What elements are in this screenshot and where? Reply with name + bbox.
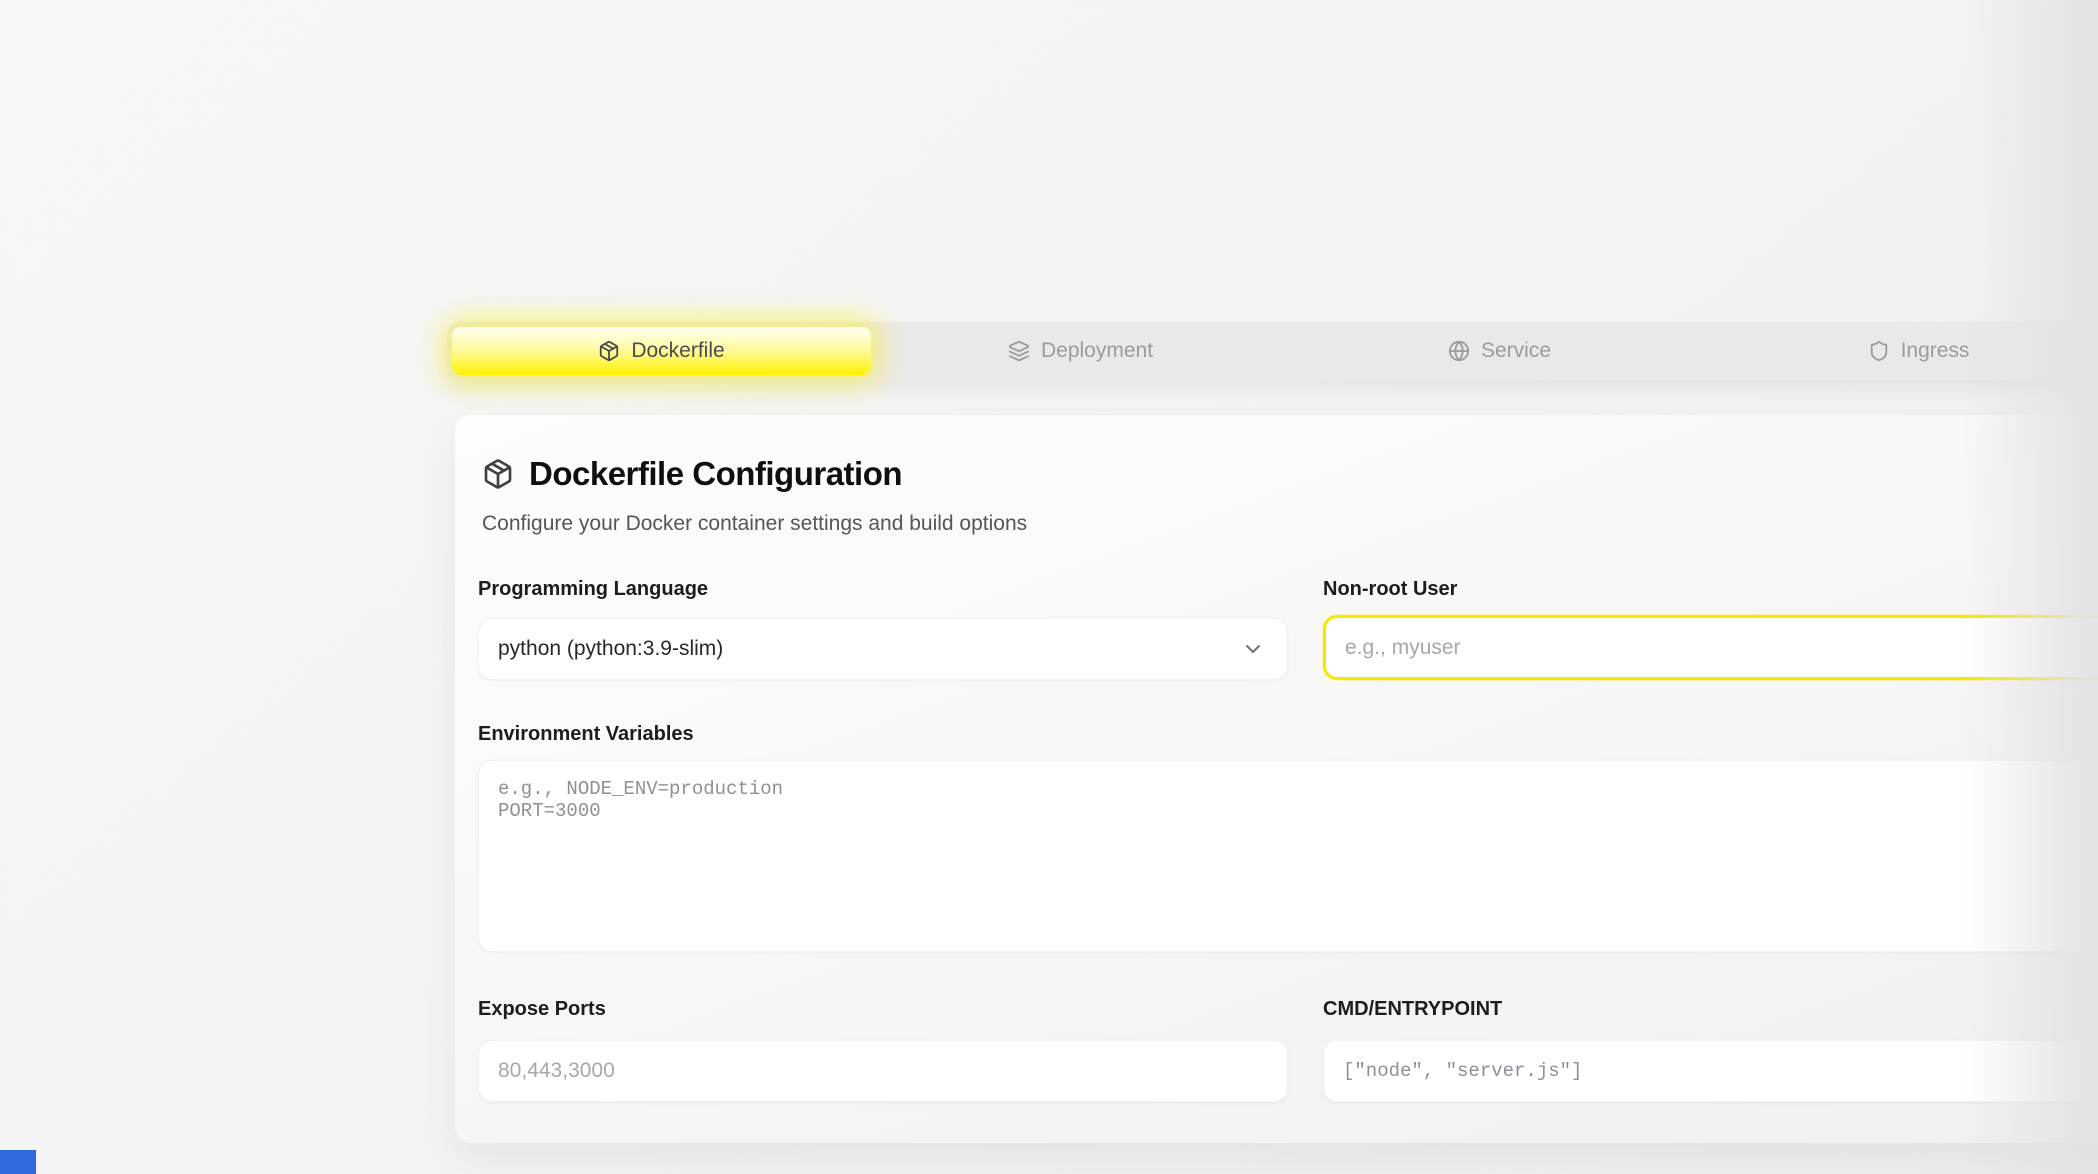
package-icon xyxy=(482,458,514,490)
tab-dockerfile-label: Dockerfile xyxy=(631,339,724,363)
config-tab-bar: Dockerfile Deployment Service Ingress xyxy=(447,322,2098,380)
tab-service[interactable]: Service xyxy=(1290,327,1709,375)
page-subtitle: Configure your Docker container settings… xyxy=(482,512,1027,536)
layers-icon xyxy=(1008,340,1030,362)
tab-service-label: Service xyxy=(1481,339,1551,363)
non-root-user-input[interactable] xyxy=(1323,615,2098,680)
panel-header: Dockerfile Configuration xyxy=(482,455,902,493)
cmd-entrypoint-label: CMD/ENTRYPOINT xyxy=(1323,998,1502,1021)
dockerfile-configuration-panel: Dockerfile Configuration Configure your … xyxy=(455,415,2098,1143)
globe-icon xyxy=(1448,340,1470,362)
tab-deployment[interactable]: Deployment xyxy=(871,327,1290,375)
expose-ports-input[interactable] xyxy=(478,1040,1288,1102)
non-root-user-label: Non-root User xyxy=(1323,578,1457,601)
chevron-down-icon xyxy=(1241,637,1265,661)
expose-ports-label: Expose Ports xyxy=(478,998,606,1021)
environment-variables-label: Environment Variables xyxy=(478,723,694,746)
package-icon xyxy=(598,340,620,362)
programming-language-select[interactable]: python (python:3.9-slim) xyxy=(478,618,1288,680)
tab-dockerfile[interactable]: Dockerfile xyxy=(452,327,871,375)
tab-ingress-label: Ingress xyxy=(1901,339,1970,363)
programming-language-label: Programming Language xyxy=(478,578,708,601)
page-title: Dockerfile Configuration xyxy=(529,455,902,493)
tab-deployment-label: Deployment xyxy=(1041,339,1153,363)
programming-language-value: python (python:3.9-slim) xyxy=(498,637,723,661)
blue-corner-element xyxy=(0,1150,36,1174)
environment-variables-textarea[interactable] xyxy=(478,760,2098,952)
tab-ingress[interactable]: Ingress xyxy=(1709,327,2098,375)
cmd-entrypoint-input[interactable] xyxy=(1323,1040,2098,1102)
shield-icon xyxy=(1868,340,1890,362)
